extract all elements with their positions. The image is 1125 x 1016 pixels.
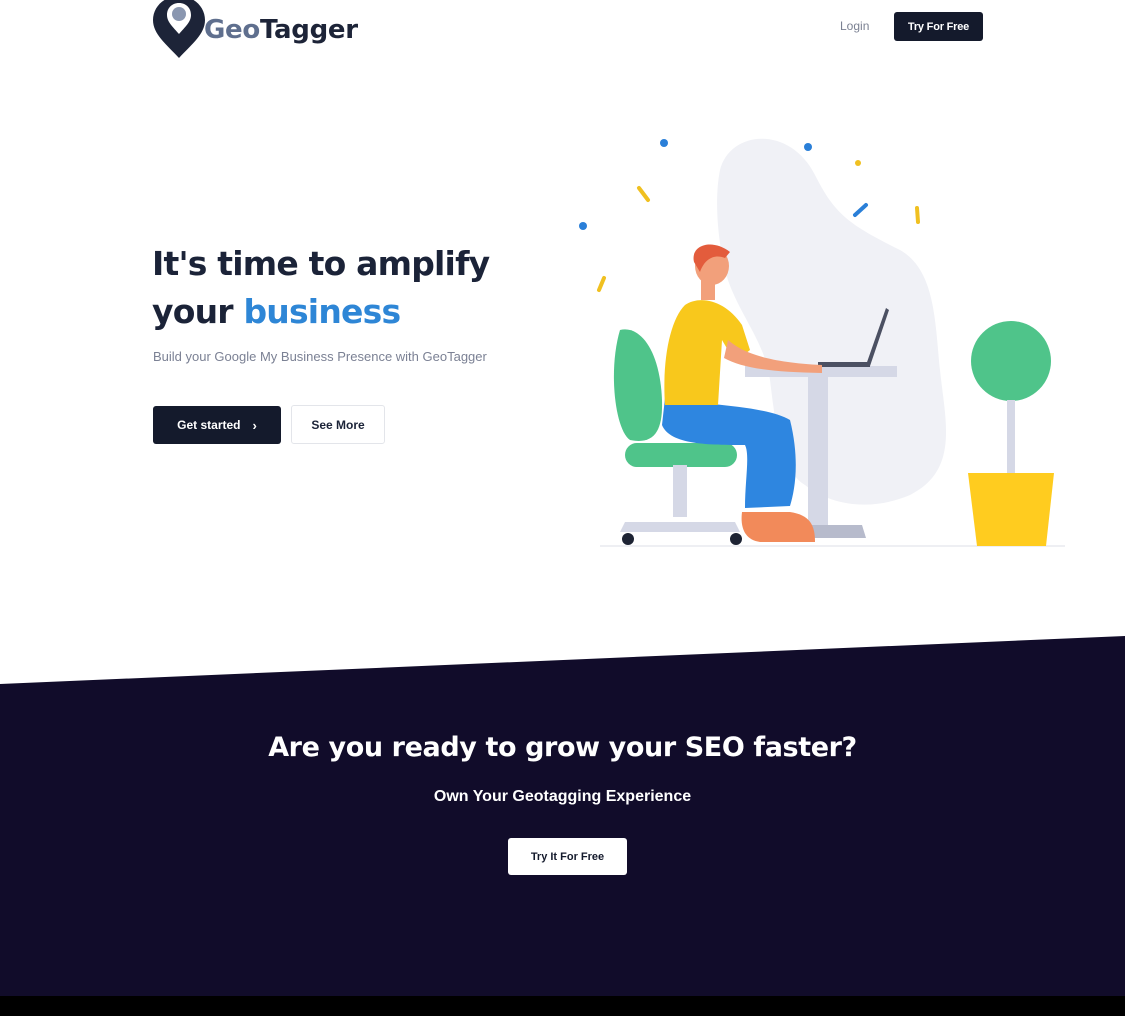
chair-base xyxy=(620,522,740,532)
cta-slanted-background xyxy=(0,636,1125,996)
confetti-strip xyxy=(915,206,920,224)
get-started-label: Get started xyxy=(177,418,241,432)
brand-wordmark: GeoTagger xyxy=(204,15,358,45)
hero-subtitle: Build your Google My Business Presence w… xyxy=(153,349,487,364)
desk-leg xyxy=(808,377,828,525)
get-started-button[interactable]: Get started › xyxy=(153,406,281,444)
chair-wheel xyxy=(622,533,634,545)
try-for-free-button[interactable]: Try For Free xyxy=(894,12,983,41)
hero-title-line1: It's time to amplify xyxy=(152,244,490,283)
confetti-dot xyxy=(660,139,668,147)
chair-seat xyxy=(625,443,737,467)
confetti-dot xyxy=(855,160,861,166)
plant-pot xyxy=(968,473,1054,546)
map-pin-icon xyxy=(153,0,205,58)
confetti-strip xyxy=(637,186,650,202)
confetti-dot xyxy=(804,143,812,151)
laptop-base xyxy=(818,362,870,367)
plant-stem xyxy=(1007,400,1015,475)
chair-wheel xyxy=(730,533,742,545)
cta-subtitle: Own Your Geotagging Experience xyxy=(433,788,692,805)
person-shoe xyxy=(741,512,815,542)
cta-title: Are you ready to grow your SEO faster? xyxy=(268,732,857,763)
hero-title-line2: your xyxy=(152,292,244,331)
login-link[interactable]: Login xyxy=(838,17,871,35)
brand-name-tagger: Tagger xyxy=(259,15,358,45)
confetti-strip xyxy=(597,276,606,292)
chevron-right-icon: › xyxy=(252,417,257,433)
person-working-at-laptop-illustration xyxy=(579,138,1065,547)
confetti-dot xyxy=(579,222,587,230)
hero-title-accent: business xyxy=(243,292,401,331)
bottom-bar xyxy=(0,996,1125,1016)
confetti-strip xyxy=(853,203,868,217)
brand-logo[interactable]: GeoTagger xyxy=(152,0,358,58)
plant-foliage xyxy=(971,321,1051,401)
try-it-for-free-button[interactable]: Try It For Free xyxy=(508,838,627,875)
site-header: GeoTagger Login Try For Free xyxy=(0,0,1125,64)
chair-back xyxy=(613,329,663,441)
brand-name-geo: Geo xyxy=(204,15,260,45)
see-more-button[interactable]: See More xyxy=(291,405,385,444)
chair-post xyxy=(673,465,687,517)
hero-title: It's time to amplify your business xyxy=(152,240,490,336)
